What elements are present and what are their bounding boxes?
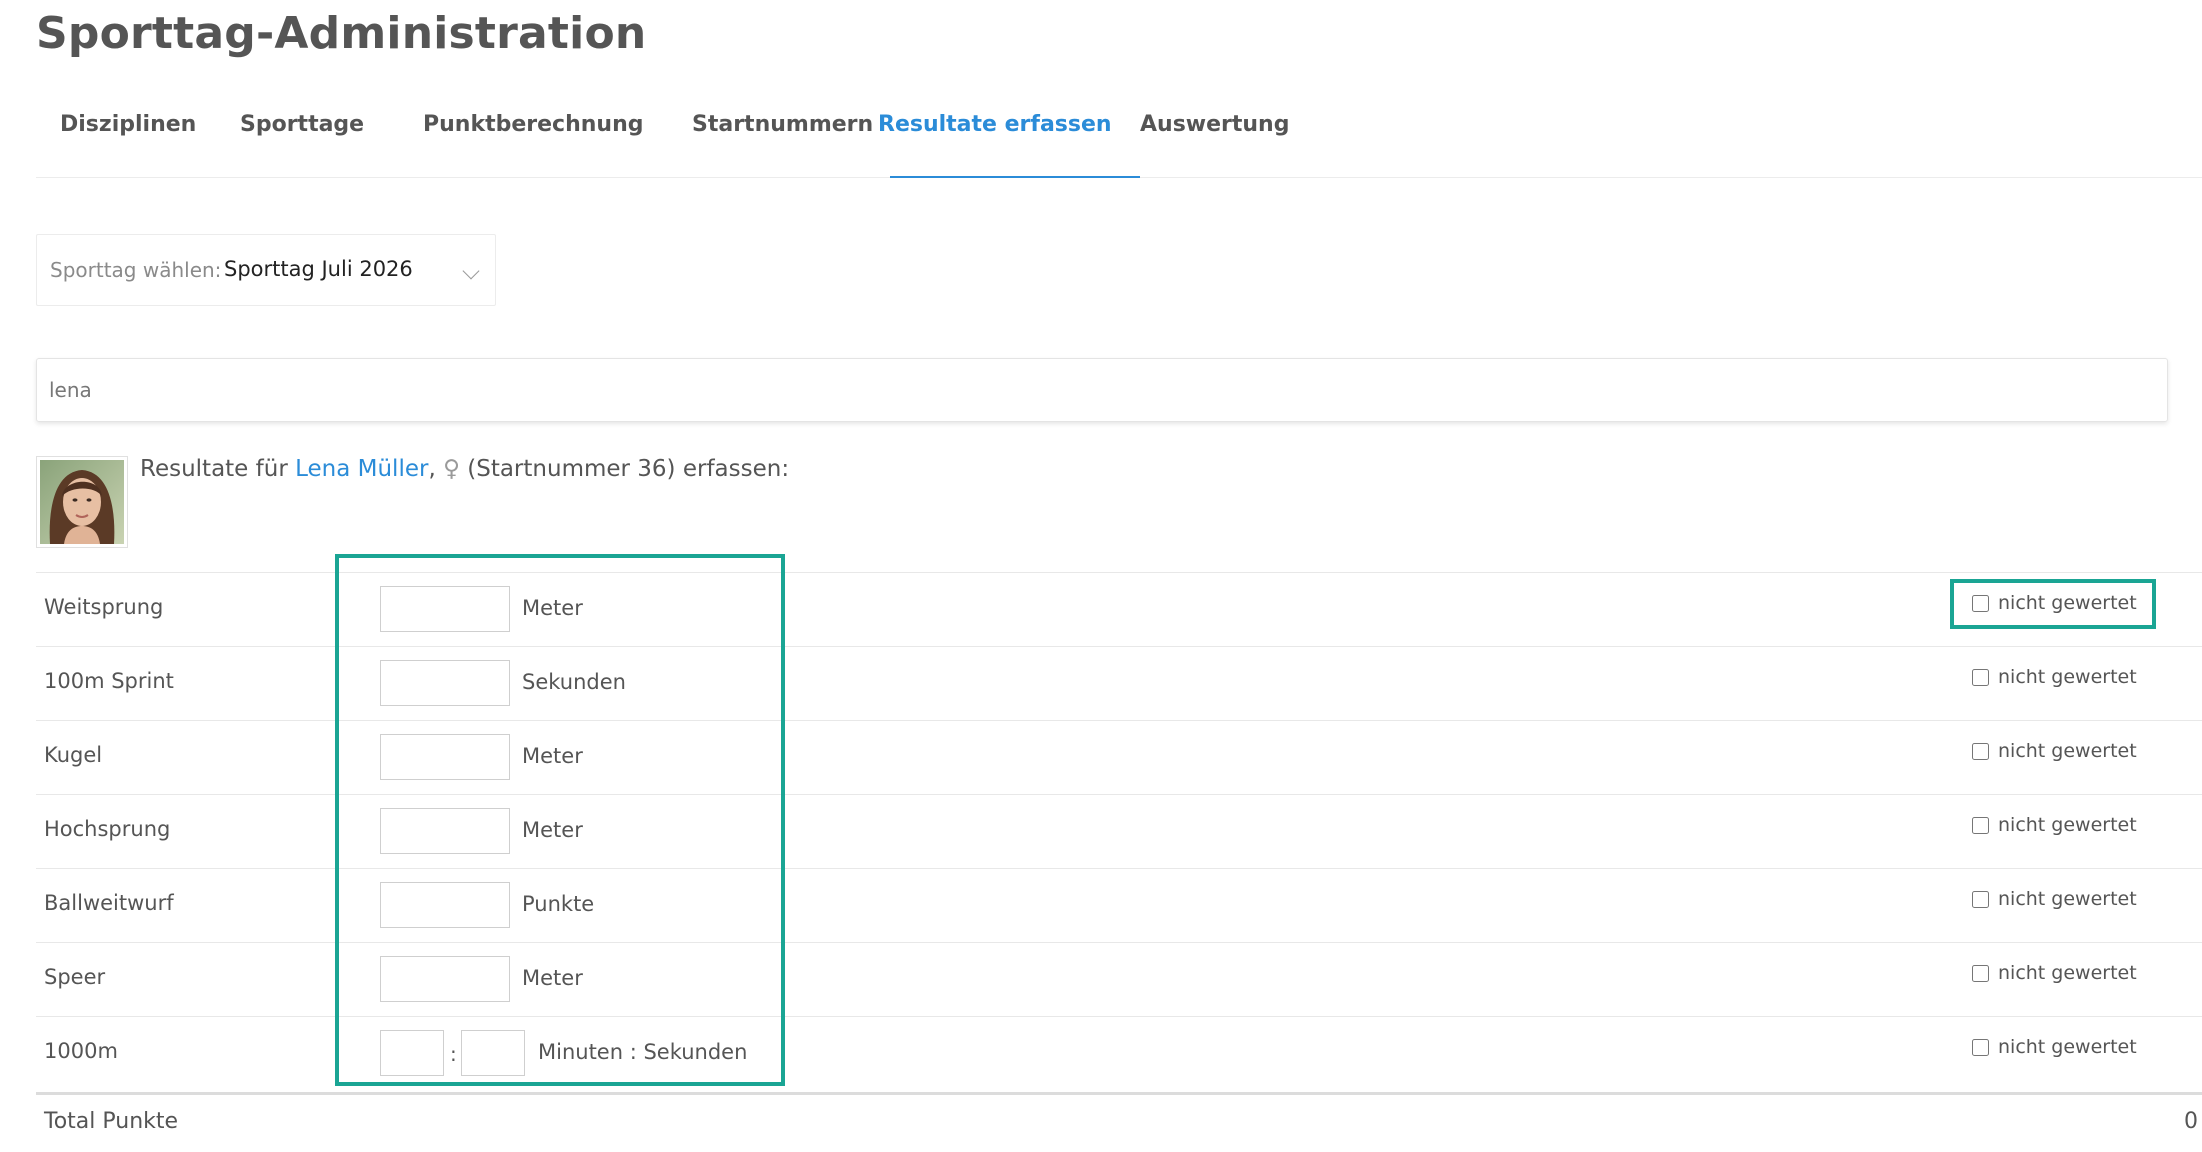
not-scored-checkbox[interactable]: [1972, 595, 1989, 612]
table-row: Hochsprung Meter nicht gewertet: [36, 794, 2202, 868]
discipline-name: Ballweitwurf: [44, 891, 174, 915]
tab-resultate-erfassen[interactable]: Resultate erfassen: [878, 112, 1112, 137]
not-scored-checkbox[interactable]: [1972, 1039, 1989, 1056]
result-input[interactable]: [380, 808, 510, 854]
discipline-name: Weitsprung: [44, 595, 164, 619]
gender-female-icon: ♀: [443, 456, 460, 482]
chevron-down-icon: [462, 262, 480, 280]
result-input[interactable]: [380, 956, 510, 1002]
sporttag-select-label: Sporttag wählen:: [50, 258, 222, 282]
table-row: Speer Meter nicht gewertet: [36, 942, 2202, 1016]
discipline-name: Kugel: [44, 743, 103, 767]
table-row: Ballweitwurf Punkte nicht gewertet: [36, 868, 2202, 942]
tab-startnummern[interactable]: Startnummern: [692, 112, 873, 137]
unit-label: Meter: [522, 596, 583, 620]
page-title: Sporttag-Administration: [36, 8, 647, 59]
not-scored-label: nicht gewertet: [1998, 962, 2137, 984]
minutes-input[interactable]: [380, 1030, 444, 1076]
athlete-name-link[interactable]: Lena Müller: [295, 456, 428, 482]
athlete-search-input[interactable]: [37, 359, 2167, 421]
discipline-name: Hochsprung: [44, 817, 171, 841]
discipline-name: Speer: [44, 965, 106, 989]
result-input[interactable]: [380, 660, 510, 706]
unit-label: Sekunden: [522, 670, 626, 694]
not-scored-label: nicht gewertet: [1998, 814, 2137, 836]
sporttag-select-value: Sporttag Juli 2026: [224, 257, 413, 281]
result-input[interactable]: [380, 586, 510, 632]
total-value: 0: [2184, 1109, 2198, 1134]
not-scored-label: nicht gewertet: [1998, 666, 2137, 688]
not-scored-label: nicht gewertet: [1998, 888, 2137, 910]
total-label: Total Punkte: [44, 1109, 179, 1134]
not-scored-label: nicht gewertet: [1998, 740, 2137, 762]
unit-label: Meter: [522, 744, 583, 768]
avatar: [36, 456, 128, 548]
unit-label: Punkte: [522, 892, 595, 916]
not-scored-checkbox[interactable]: [1972, 817, 1989, 834]
unit-label: Meter: [522, 966, 583, 990]
not-scored-checkbox[interactable]: [1972, 669, 1989, 686]
result-input[interactable]: [380, 734, 510, 780]
athlete-heading-separator: ,: [428, 456, 436, 482]
not-scored-label: nicht gewertet: [1998, 592, 2137, 614]
seconds-input[interactable]: [461, 1030, 525, 1076]
athlete-search: [36, 358, 2168, 422]
result-input[interactable]: [380, 882, 510, 928]
athlete-heading: Resultate für Lena Müller, ♀ (Startnumme…: [140, 456, 789, 482]
not-scored-checkbox[interactable]: [1972, 743, 1989, 760]
unit-label: Meter: [522, 818, 583, 842]
table-row: 1000m : Minuten : Sekunden nicht gewerte…: [36, 1016, 2202, 1090]
athlete-photo: [40, 460, 124, 544]
athlete-heading-prefix: Resultate für: [140, 456, 288, 482]
tab-bar: Disziplinen Sporttage Punktberechnung St…: [36, 96, 2202, 178]
tab-auswertung[interactable]: Auswertung: [1140, 112, 1289, 137]
active-tab-indicator: [890, 176, 1140, 178]
time-separator: :: [450, 1042, 457, 1066]
not-scored-label: nicht gewertet: [1998, 1036, 2137, 1058]
table-row: Weitsprung Meter nicht gewertet: [36, 572, 2202, 646]
table-row: 100m Sprint Sekunden nicht gewertet: [36, 646, 2202, 720]
table-row: Kugel Meter nicht gewertet: [36, 720, 2202, 794]
tab-punktberechnung[interactable]: Punktberechnung: [423, 112, 643, 137]
not-scored-checkbox[interactable]: [1972, 891, 1989, 908]
unit-label: Minuten : Sekunden: [538, 1040, 748, 1064]
sporttag-select[interactable]: Sporttag wählen: Sporttag Juli 2026: [36, 234, 496, 306]
not-scored-checkbox[interactable]: [1972, 965, 1989, 982]
athlete-heading-suffix: (Startnummer 36) erfassen:: [467, 456, 790, 482]
tab-sporttage[interactable]: Sporttage: [240, 112, 364, 137]
total-row: Total Punkte 0: [36, 1092, 2202, 1152]
tab-disziplinen[interactable]: Disziplinen: [60, 112, 196, 137]
discipline-name: 100m Sprint: [44, 669, 174, 693]
discipline-name: 1000m: [44, 1039, 118, 1063]
